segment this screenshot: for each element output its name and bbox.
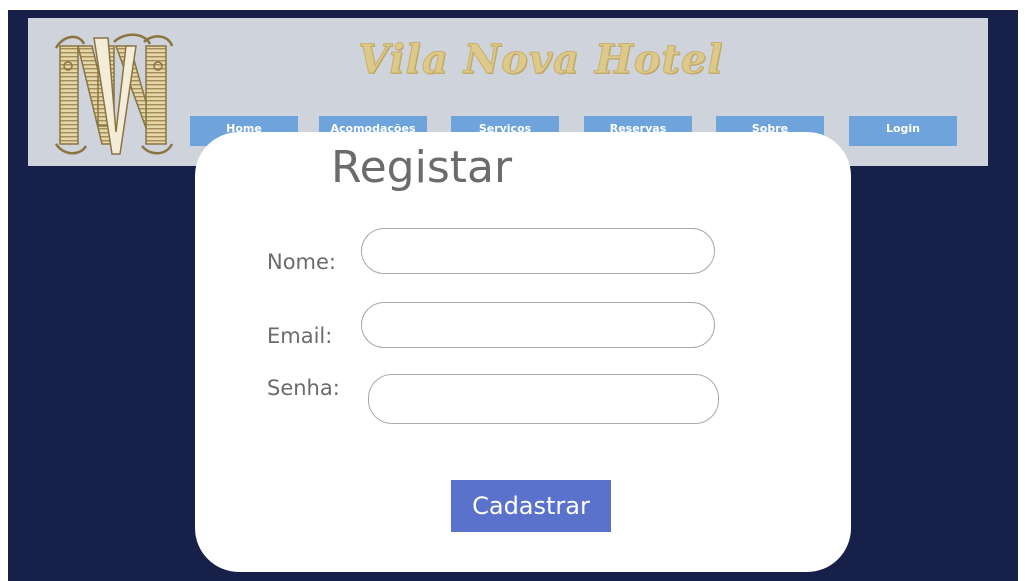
- page-viewport: Vila Nova Hotel Home Acomodações Serviço…: [8, 10, 1018, 581]
- nome-label: Nome:: [267, 250, 337, 274]
- cadastrar-button[interactable]: Cadastrar: [451, 480, 611, 532]
- register-title: Registar: [331, 142, 513, 193]
- email-input[interactable]: [361, 302, 715, 348]
- nome-input[interactable]: [361, 228, 715, 274]
- senha-label: Senha:: [267, 376, 340, 400]
- nav-login-button[interactable]: Login: [849, 116, 957, 146]
- email-label: Email:: [267, 324, 333, 348]
- vn-monogram-logo-icon: [54, 33, 174, 155]
- hotel-title: Vila Nova Hotel: [358, 36, 724, 84]
- register-card: Registar Nome: Email: Senha: Cadastrar: [195, 132, 851, 572]
- senha-input[interactable]: [368, 374, 719, 424]
